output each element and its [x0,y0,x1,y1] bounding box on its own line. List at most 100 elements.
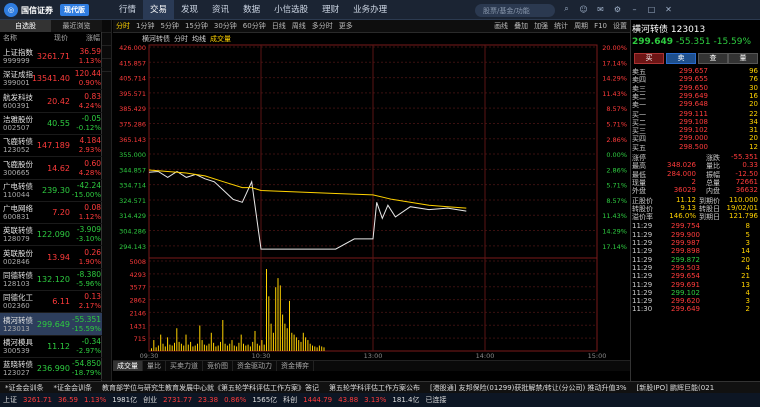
nav-stock-picker[interactable]: 小信选股 [267,0,315,20]
query-button[interactable]: 查 [698,53,728,64]
row-code: 399001 [3,79,30,88]
watchlist-row[interactable]: 横河转债 123013 299.649 -55.351 -15.59% [0,312,102,336]
side-tool[interactable] [102,46,112,59]
volume-bar [238,342,240,351]
volume-button[interactable]: 量 [728,53,758,64]
ticker-item[interactable]: [新股IPO] 鹏辉巨能(021 [632,383,720,393]
tool-f10[interactable]: F10 [591,22,610,30]
tab-volume-ratio[interactable]: 量比 [143,361,166,371]
minimize-icon[interactable]: – [628,2,641,16]
tab-recent[interactable]: 最近浏览 [51,20,102,32]
quote-change: -55.351 [675,37,711,47]
side-tool[interactable] [102,59,112,72]
stat-value: 36029 [673,186,696,195]
nav-data[interactable]: 数据 [236,0,267,20]
close-icon[interactable]: ✕ [662,2,675,16]
tab-buy-sell-power[interactable]: 买卖力道 [166,361,203,371]
nav-quotes[interactable]: 行情 [112,0,143,20]
order-level: 买五 298.500 12 [632,143,760,152]
side-tool[interactable] [102,20,112,33]
buy-button[interactable]: 买 [634,53,664,64]
side-tool[interactable] [102,33,112,46]
search-icon[interactable]: ⌕ [560,2,573,16]
volume-bar [305,337,307,351]
period-multi[interactable]: 多分时 [309,21,336,31]
row-change: 120.44 [74,69,101,79]
watchlist-row[interactable]: 同德化工 002360 6.11 0.13 2.17% [0,290,102,314]
tool-stats[interactable]: 统计 [551,21,571,31]
volume-bar [229,343,231,351]
period-more[interactable]: 更多 [336,21,356,31]
watchlist-row[interactable]: 航发科技 600391 20.42 0.83 4.24% [0,90,102,113]
row-price: 13541.40 [31,74,70,84]
volume-bar [206,345,208,351]
col-name[interactable]: 名称 [0,33,34,44]
watchlist-row[interactable]: 蓝晓转债 123027 236.990 -54.850 -18.79% [0,357,102,381]
ticker-item[interactable]: *证金会训条 [49,383,98,393]
row-change: 4.184 [79,136,101,146]
volume-bar [286,328,288,351]
period-daily[interactable]: 日线 [269,21,289,31]
nav-trade[interactable]: 交易 [143,0,175,20]
volume-bar [208,343,210,351]
tab-fund-game[interactable]: 资金博弈 [277,361,314,371]
row-percent: 1.12% [78,213,101,222]
col-price[interactable]: 现价 [34,33,68,44]
nav-services[interactable]: 业务办理 [346,0,394,20]
settings-icon[interactable]: ⚙ [611,2,624,16]
nav-finance[interactable]: 理财 [315,0,346,20]
watchlist-row[interactable]: 同德转债 128103 132.120 -8.380 -5.96% [0,268,102,291]
stat-row: 外盘 36029 内盘 36632 [632,186,760,195]
watchlist-row[interactable]: 英联股份 002846 13.94 0.26 1.90% [0,246,102,269]
volume-bar [284,323,286,351]
tab-volume[interactable]: 成交量 [113,361,143,371]
watchlist-row[interactable]: 横河模具 300539 11.12 -0.34 -2.97% [0,335,102,358]
search-input[interactable]: 股票/基金/功能 [475,4,555,17]
nav-news[interactable]: 资讯 [205,0,236,20]
sell-button[interactable]: 卖 [666,53,696,64]
maximize-icon[interactable]: □ [645,2,658,16]
watchlist-row[interactable]: 飞鹿股份 300665 14.62 0.60 4.28% [0,157,102,180]
period-15min[interactable]: 15分钟 [182,21,211,31]
period-weekly[interactable]: 周线 [289,21,309,31]
tool-draw[interactable]: 画线 [491,21,511,31]
tab-watchlist[interactable]: 自选股 [0,20,51,32]
watchlist-row[interactable]: 上证指数 999999 3261.71 36.59 1.13% [0,45,102,68]
user-icon[interactable]: ☺ [577,2,590,16]
period-intraday[interactable]: 分时 [113,21,133,31]
mode-button[interactable]: 现代版 [60,4,89,16]
ticker-item[interactable]: 教育部学位与研究生教育发展中心就《第五轮学科评估工作方案》答记 [97,383,324,393]
row-change: -55.351 [72,314,101,324]
volume-bar [323,347,325,351]
news-ticker[interactable]: *证金会训条 *证金会训条 教育部学位与研究生教育发展中心就《第五轮学科评估工作方案… [0,381,760,393]
tab-fund-drive[interactable]: 资金驱动力 [233,361,277,371]
period-30min[interactable]: 30分钟 [211,21,240,31]
intraday-chart[interactable]: 426.000 415.857 405.714 395.571 385.429 375.2… [113,33,630,360]
tab-auction[interactable]: 竞价图 [203,361,233,371]
nav-discover[interactable]: 发现 [174,0,205,20]
tool-enhance[interactable]: 加强 [531,21,551,31]
period-5min[interactable]: 5分钟 [157,21,181,31]
tool-overlay[interactable]: 叠加 [511,21,531,31]
period-60min[interactable]: 60分钟 [240,21,269,31]
watchlist-row[interactable]: 洁雅股份 002507 40.55 -0.05 -0.12% [0,112,102,135]
period-1min[interactable]: 1分钟 [133,21,157,31]
ticker-item[interactable]: 第五轮学科评估工作方案公布 [324,383,425,393]
tool-cycle[interactable]: 周期 [571,21,591,31]
ticker-item[interactable]: [港股通] 友邦保险(01299)获批解禁/转让(分公司) 推动升值3% [425,383,632,393]
watchlist-row[interactable]: 英联转债 128079 122.090 -3.909 -3.10% [0,223,102,247]
ticker-item[interactable]: *证金会训条 [0,383,49,393]
watchlist-row[interactable]: 深证成指 399001 13541.40 120.44 0.90% [0,67,102,91]
row-percent: 4.28% [78,168,101,177]
watchlist-row[interactable]: 飞鹿转债 123052 147.189 4.184 2.93% [0,134,102,158]
chart-info: 横河转债 分时 均线 成交量 [142,34,231,44]
col-change[interactable]: 涨幅 [68,33,100,44]
tool-settings[interactable]: 设置 [610,21,630,31]
volume-bar [318,345,320,351]
quote-percent: -15.59% [713,37,752,47]
watchlist-row[interactable]: 广电转债 110044 239.30 -42.24 -15.00% [0,179,102,202]
mail-icon[interactable]: ✉ [594,2,607,16]
pct-tick-label: 2.86% [606,136,627,144]
volume-bar [174,342,175,351]
watchlist-row[interactable]: 广电网络 600831 7.20 0.08 1.12% [0,201,102,225]
